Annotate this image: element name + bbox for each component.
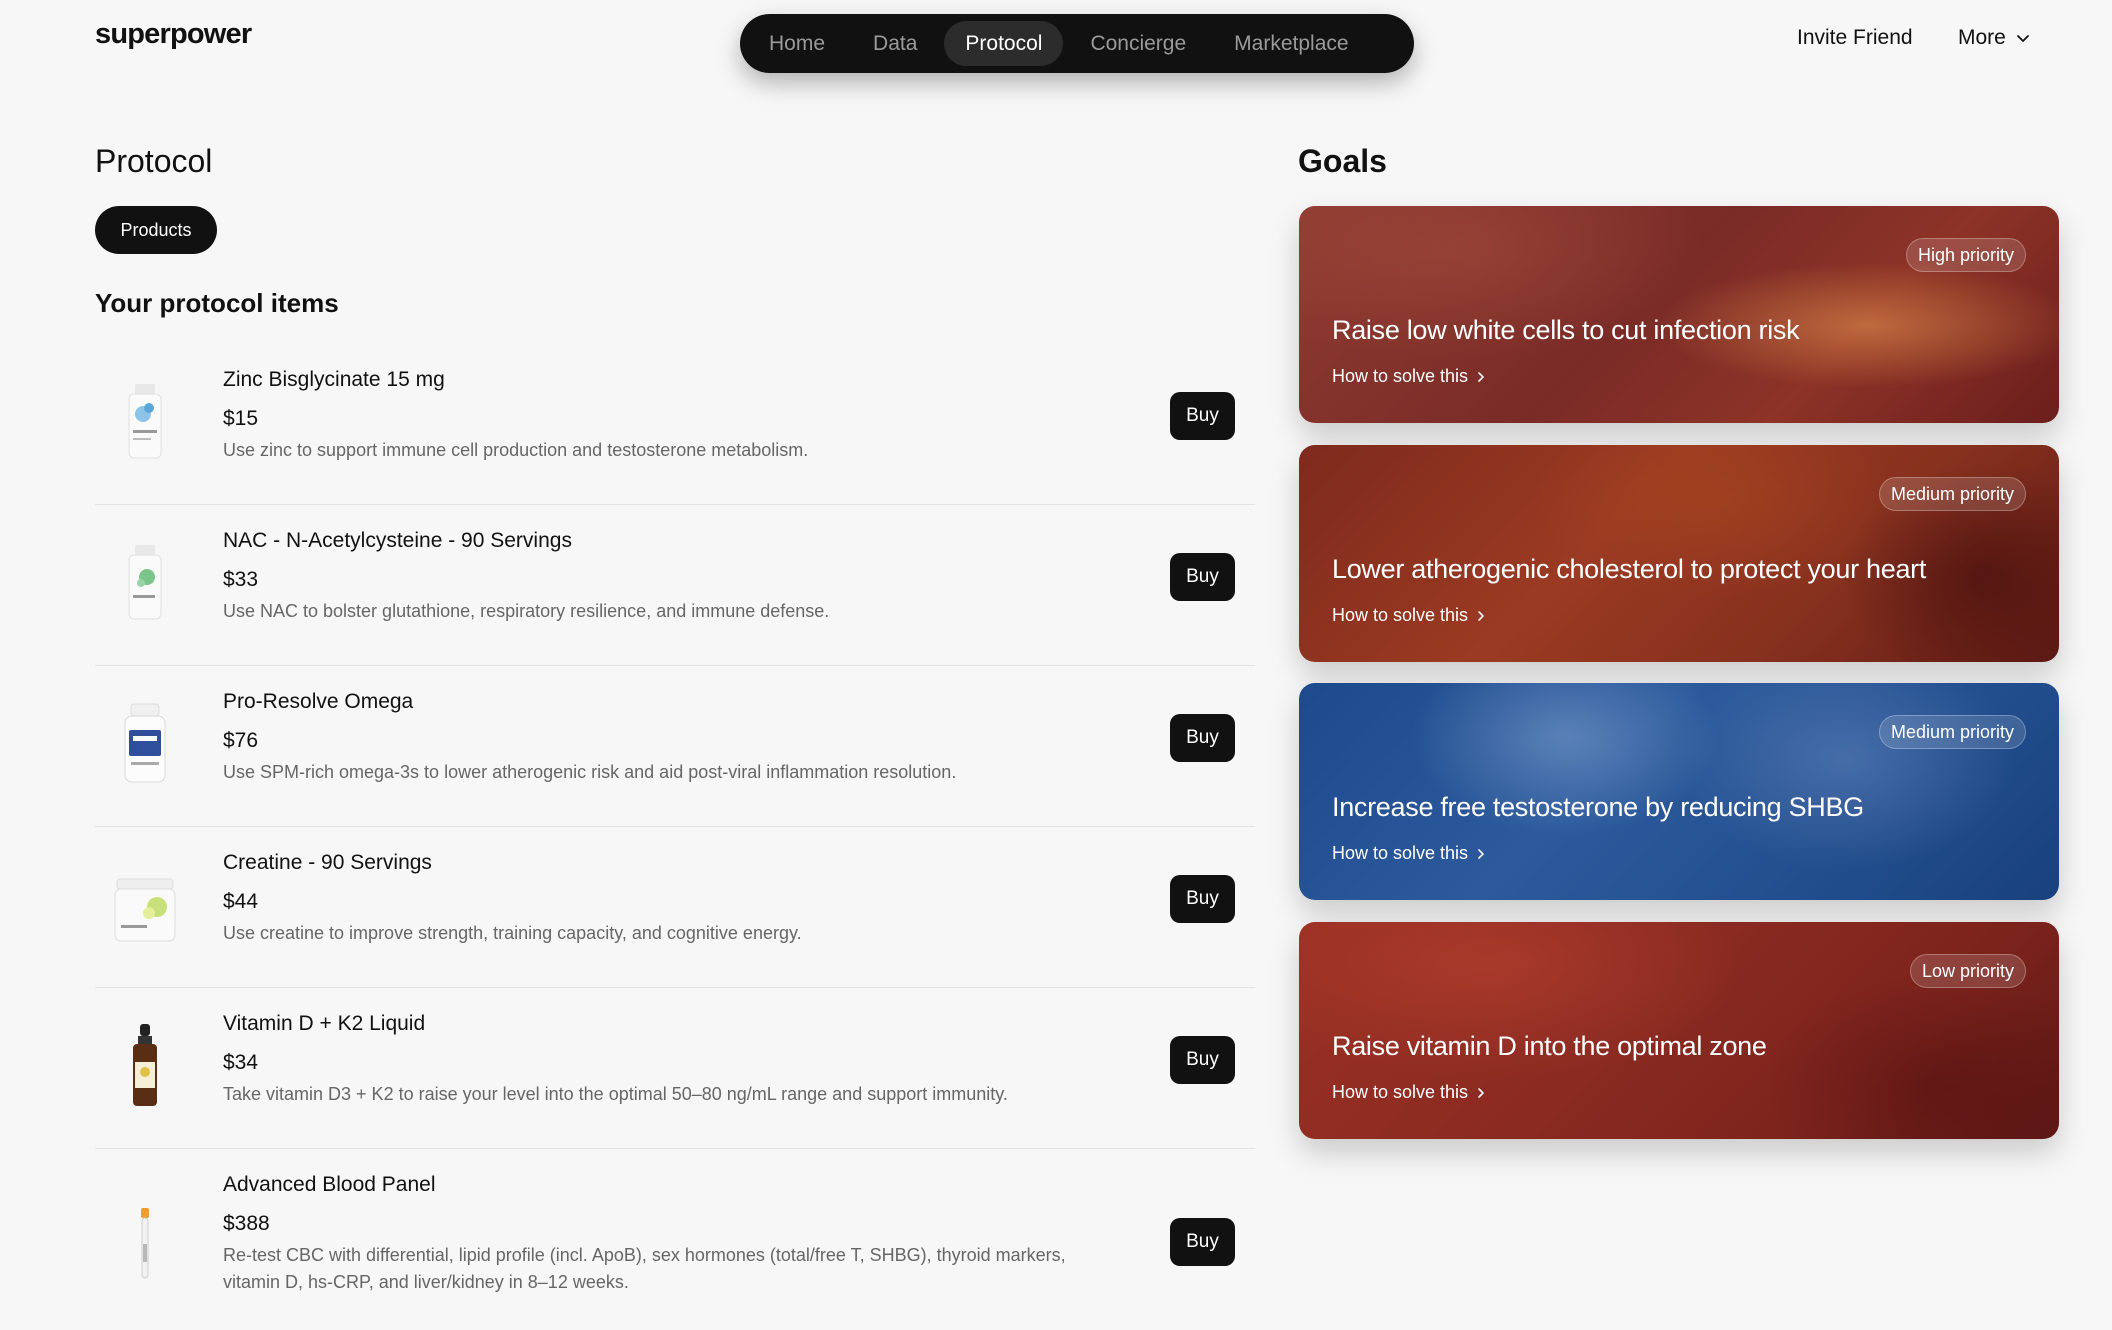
- item-name: Zinc Bisglycinate 15 mg: [223, 368, 445, 391]
- item-description: Use NAC to bolster glutathione, respirat…: [223, 601, 830, 621]
- buy-button[interactable]: Buy: [1170, 714, 1235, 762]
- protocol-item-nac[interactable]: NAC - N-Acetylcysteine - 90 Servings $33…: [95, 505, 1255, 666]
- how-to-label: How to solve this: [1332, 1082, 1469, 1102]
- priority-badge: Medium priority: [1878, 477, 2026, 511]
- invite-friend-link[interactable]: Invite Friend: [1797, 26, 1913, 50]
- how-to-label: How to solve this: [1332, 605, 1469, 625]
- protocol-item-creatine[interactable]: Creatine - 90 Servings $44 Use creatine …: [95, 827, 1255, 988]
- section-title: Your protocol items: [95, 288, 339, 318]
- item-name: Advanced Blood Panel: [223, 1173, 436, 1196]
- creatine-tub-image: [114, 878, 176, 942]
- item-description: Use creatine to improve strength, traini…: [223, 923, 802, 943]
- goals-title: Goals: [1298, 143, 1387, 179]
- protocol-item-vitamin-d[interactable]: Vitamin D + K2 Liquid $34 Take vitamin D…: [95, 988, 1255, 1149]
- item-description: Use zinc to support immune cell producti…: [223, 440, 809, 460]
- item-name: NAC - N-Acetylcysteine - 90 Servings: [223, 529, 572, 552]
- page-title: Protocol: [95, 143, 213, 179]
- chevron-right-icon: [1478, 1087, 1484, 1098]
- item-price: $388: [223, 1212, 270, 1235]
- how-to-solve-link[interactable]: How to solve this: [1332, 366, 1486, 387]
- protocol-page: superpower Home Data Protocol Concierge …: [0, 0, 2112, 1330]
- buy-button[interactable]: Buy: [1170, 392, 1235, 440]
- goal-card-testosterone[interactable]: Medium priority Increase free testostero…: [1299, 683, 2059, 900]
- how-to-solve-link[interactable]: How to solve this: [1332, 843, 1486, 864]
- item-price: $44: [223, 890, 259, 913]
- priority-badge: Medium priority: [1878, 715, 2026, 749]
- priority-badge: High priority: [1905, 238, 2026, 272]
- nav-concierge[interactable]: Concierge: [1069, 21, 1207, 66]
- item-description: Use SPM-rich omega-3s to lower atherogen…: [223, 762, 957, 782]
- nav-data[interactable]: Data: [852, 21, 938, 66]
- nav-protocol[interactable]: Protocol: [944, 21, 1064, 66]
- goal-title: Raise vitamin D into the optimal zone: [1332, 1031, 1767, 1061]
- goal-title: Raise low white cells to cut infection r…: [1332, 315, 1800, 345]
- item-price: $76: [223, 729, 259, 752]
- chevron-right-icon: [1478, 848, 1484, 859]
- goal-title: Lower atherogenic cholesterol to protect…: [1332, 554, 1927, 584]
- item-name: Vitamin D + K2 Liquid: [223, 1012, 426, 1035]
- item-price: $34: [223, 1051, 259, 1074]
- goal-title: Increase free testosterone by reducing S…: [1332, 792, 1864, 822]
- item-price: $33: [223, 568, 259, 591]
- priority-badge: Low priority: [1909, 954, 2026, 988]
- how-to-label: How to solve this: [1332, 366, 1469, 386]
- nav-marketplace[interactable]: Marketplace: [1213, 21, 1369, 66]
- how-to-label: How to solve this: [1332, 843, 1469, 863]
- buy-button[interactable]: Buy: [1170, 1218, 1235, 1266]
- main-nav: Home Data Protocol Concierge Marketplace: [740, 14, 1414, 73]
- buy-button[interactable]: Buy: [1170, 875, 1235, 923]
- omega-bottle-image: [124, 703, 166, 783]
- buy-button[interactable]: Buy: [1170, 553, 1235, 601]
- nav-home[interactable]: Home: [748, 21, 846, 66]
- protocol-item-zinc[interactable]: Zinc Bisglycinate 15 mg $15 Use zinc to …: [95, 344, 1255, 505]
- chevron-right-icon: [1478, 610, 1484, 621]
- protocol-items-list: Zinc Bisglycinate 15 mg $15 Use zinc to …: [95, 344, 1255, 1330]
- how-to-solve-link[interactable]: How to solve this: [1332, 1082, 1486, 1103]
- item-name: Creatine - 90 Servings: [223, 851, 432, 874]
- goal-card-cholesterol[interactable]: Medium priority Lower atherogenic choles…: [1299, 445, 2059, 662]
- more-menu-button[interactable]: More: [1958, 26, 2030, 50]
- vitamin-d-dropper-image: [133, 1024, 157, 1106]
- protocol-item-omega[interactable]: Pro-Resolve Omega $76 Use SPM-rich omega…: [95, 666, 1255, 827]
- goal-card-vitamin-d[interactable]: Low priority Raise vitamin D into the op…: [1299, 922, 2059, 1139]
- item-description: Re-test CBC with differential, lipid pro…: [223, 1245, 1066, 1292]
- products-filter-pill[interactable]: Products: [95, 206, 217, 254]
- goal-card-white-cells[interactable]: High priority Raise low white cells to c…: [1299, 206, 2059, 423]
- item-description: Take vitamin D3 + K2 to raise your level…: [223, 1084, 1008, 1104]
- nac-bottle-image: [128, 545, 162, 620]
- blood-tube-image: [141, 1208, 149, 1279]
- item-price: $15: [223, 407, 259, 430]
- how-to-solve-link[interactable]: How to solve this: [1332, 605, 1486, 626]
- chevron-down-icon: [2016, 35, 2029, 42]
- zinc-bottle-image: [128, 384, 162, 459]
- protocol-item-blood-panel[interactable]: Advanced Blood Panel $388 Re-test CBC wi…: [95, 1149, 1255, 1330]
- buy-button[interactable]: Buy: [1170, 1036, 1235, 1084]
- more-label: More: [1958, 26, 2006, 49]
- item-name: Pro-Resolve Omega: [223, 690, 414, 713]
- chevron-right-icon: [1478, 371, 1484, 382]
- superpower-logo[interactable]: superpower: [95, 18, 252, 51]
